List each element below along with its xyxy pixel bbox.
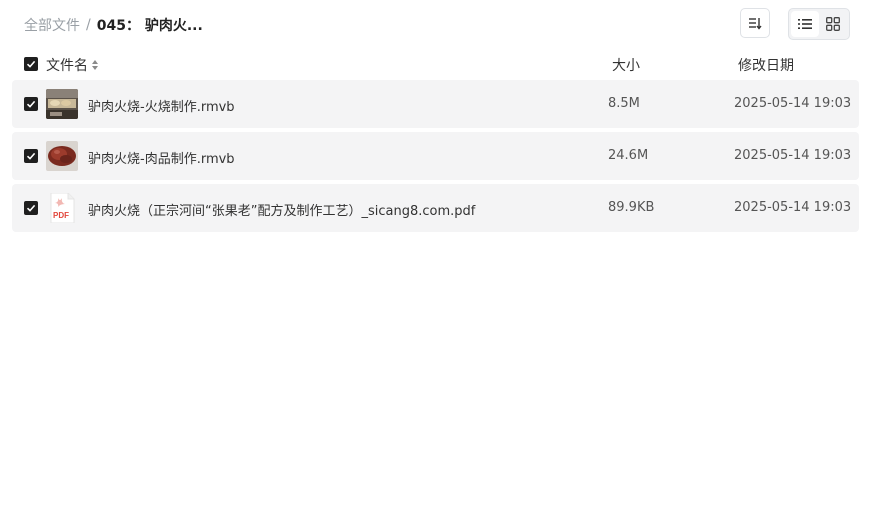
file-row[interactable]: 驴肉火烧-肉品制作.rmvb 24.6M 2025-05-14 19:03 — [12, 132, 859, 180]
date-column-header: 修改日期 — [738, 58, 794, 74]
breadcrumb-current-folder: 045： 驴肉火... — [96, 18, 203, 34]
pdf-file-icon: PDF — [46, 193, 78, 223]
breadcrumb: 全部文件 / 045： 驴肉火... — [24, 15, 203, 35]
check-icon — [26, 100, 36, 108]
row-checkbox[interactable] — [24, 149, 38, 163]
file-browser-page: 全部文件 / 045： 驴肉火... 文件名 大小 修改日期 驴肉火烧-火烧制作… — [0, 0, 874, 514]
list-view-button[interactable] — [791, 11, 819, 37]
video-thumbnail — [46, 89, 78, 119]
top-bar: 全部文件 / 045： 驴肉火... — [12, 8, 850, 40]
file-list: 驴肉火烧-火烧制作.rmvb 8.5M 2025-05-14 19:03 驴肉火… — [12, 80, 859, 236]
video-thumbnail — [46, 141, 78, 171]
grid-view-button[interactable] — [819, 11, 847, 37]
breadcrumb-separator: / — [86, 17, 91, 33]
row-checkbox[interactable] — [24, 201, 38, 215]
view-mode-toggle — [788, 8, 850, 40]
file-size: 24.6M — [608, 148, 649, 163]
grid-view-icon — [826, 17, 840, 31]
name-column-label: 文件名 — [46, 58, 88, 74]
file-modified-date: 2025-05-14 19:03 — [734, 96, 852, 111]
sort-button[interactable] — [740, 8, 770, 38]
file-name[interactable]: 驴肉火烧（正宗河间“张果老”配方及制作工艺）_sicang8.com.pdf — [88, 200, 475, 219]
file-size: 89.9KB — [608, 200, 655, 215]
file-name[interactable]: 驴肉火烧-火烧制作.rmvb — [88, 96, 235, 115]
breadcrumb-root-link[interactable]: 全部文件 — [24, 15, 80, 35]
check-icon — [26, 60, 36, 68]
file-row[interactable]: 驴肉火烧-火烧制作.rmvb 8.5M 2025-05-14 19:03 — [12, 80, 859, 128]
file-name[interactable]: 驴肉火烧-肉品制作.rmvb — [88, 148, 235, 167]
file-row[interactable]: PDF 驴肉火烧（正宗河间“张果老”配方及制作工艺）_sicang8.com.p… — [12, 184, 859, 232]
sort-icon — [749, 18, 762, 30]
size-column-header: 大小 — [612, 58, 640, 74]
check-icon — [26, 204, 36, 212]
pdf-icon-label: PDF — [53, 211, 69, 220]
name-column-header[interactable]: 文件名 — [46, 55, 99, 75]
select-all-checkbox[interactable] — [24, 57, 38, 71]
row-checkbox[interactable] — [24, 97, 38, 111]
table-header: 文件名 大小 修改日期 — [12, 52, 859, 76]
file-modified-date: 2025-05-14 19:03 — [734, 148, 852, 163]
list-view-icon — [798, 19, 812, 29]
file-size: 8.5M — [608, 96, 640, 111]
check-icon — [26, 152, 36, 160]
sort-toggle-icon — [92, 60, 98, 70]
file-modified-date: 2025-05-14 19:03 — [734, 200, 852, 215]
